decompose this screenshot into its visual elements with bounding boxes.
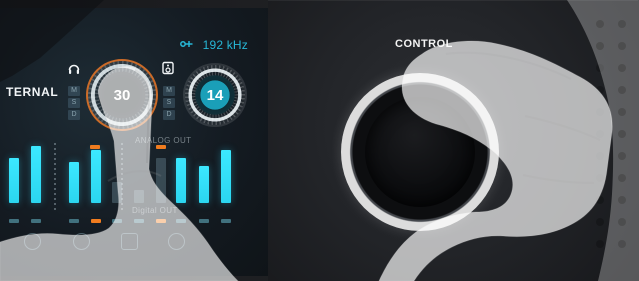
meter-scale-left <box>54 143 56 213</box>
grille-hole <box>618 130 626 138</box>
grille-hole <box>618 64 626 72</box>
grille-hole <box>618 108 626 116</box>
photo-scene: 192 kHz TERNAL M S D M S D 30 14 ANALOG … <box>0 0 639 281</box>
grille-hole <box>596 218 604 226</box>
meter-foot-indicator <box>156 219 166 223</box>
control-label: CONTROL <box>395 38 453 50</box>
meter-foot-indicator <box>176 219 186 223</box>
clip-indicator <box>156 145 166 149</box>
speaker-msd-stack: M S D <box>163 86 175 120</box>
headphone-msd-stack: M S D <box>68 86 80 120</box>
grille-hole <box>596 64 604 72</box>
grille-hole <box>596 174 604 182</box>
sample-rate-indicator: 192 kHz <box>179 38 248 53</box>
solo-button-left[interactable]: S <box>68 98 80 108</box>
input-icon[interactable] <box>121 233 138 250</box>
meter-bar <box>134 190 144 203</box>
mute-button-left[interactable]: M <box>68 86 80 96</box>
meter-bar <box>156 158 166 203</box>
speaker-level-dial[interactable]: 14 <box>185 65 245 125</box>
grille-hole <box>618 42 626 50</box>
meter-bar <box>221 150 231 203</box>
input-icon[interactable] <box>24 233 41 250</box>
meter-foot-indicator <box>69 219 79 223</box>
panel-edge <box>268 0 638 1</box>
grille-hole <box>596 108 604 116</box>
network-icon <box>179 38 195 53</box>
grille-hole <box>596 20 604 28</box>
grille-hole <box>618 196 626 204</box>
grille-hole <box>618 152 626 160</box>
analog-out-label: ANALOG OUT <box>135 136 192 145</box>
meter-foot-indicator <box>112 219 122 223</box>
meter-bar <box>69 162 79 203</box>
meter-foot-indicator <box>199 219 209 223</box>
headphone-level-dial[interactable]: 30 <box>88 61 156 129</box>
dim-button-left[interactable]: D <box>68 110 80 120</box>
meter-foot-indicator <box>9 219 19 223</box>
meter-bar <box>176 158 186 203</box>
sample-rate-text: 192 kHz <box>202 38 248 52</box>
meter-bar <box>91 150 101 203</box>
dim-button-right[interactable]: D <box>163 110 175 120</box>
meter-foot-indicator <box>31 219 41 223</box>
clip-indicator <box>90 145 100 149</box>
grille-hole <box>618 218 626 226</box>
input-icon[interactable] <box>168 233 185 250</box>
mute-button-right[interactable]: M <box>163 86 175 96</box>
grille-hole <box>596 152 604 160</box>
speaker-icon <box>161 61 175 75</box>
digital-out-label: Digital OUT <box>132 206 178 215</box>
meter-foot-indicator <box>134 219 144 223</box>
solo-button-right[interactable]: S <box>163 98 175 108</box>
grille-hole <box>596 42 604 50</box>
touchscreen-display: 192 kHz TERNAL M S D M S D 30 14 ANALOG … <box>0 8 270 276</box>
grille-hole <box>618 240 626 248</box>
speaker-level-value: 14 <box>206 86 224 104</box>
meter-bar <box>31 146 41 203</box>
headphones-icon <box>67 62 81 76</box>
grille-hole <box>596 240 604 248</box>
meter-bar <box>9 158 19 203</box>
grille-hole <box>596 196 604 204</box>
control-knob-center <box>365 97 475 207</box>
meter-bar <box>112 182 122 203</box>
meter-foot-indicator <box>221 219 231 223</box>
grille-hole <box>596 86 604 94</box>
grille-hole <box>618 20 626 28</box>
input-icon[interactable] <box>73 233 90 250</box>
meter-foot-indicator <box>91 219 101 223</box>
input-source-label: TERNAL <box>6 85 59 99</box>
headphone-level-value: 30 <box>113 86 131 104</box>
control-panel: CONTROL <box>268 0 639 281</box>
grille-hole <box>618 174 626 182</box>
meter-bar <box>199 166 209 203</box>
grille-hole <box>596 130 604 138</box>
grille-hole <box>618 86 626 94</box>
